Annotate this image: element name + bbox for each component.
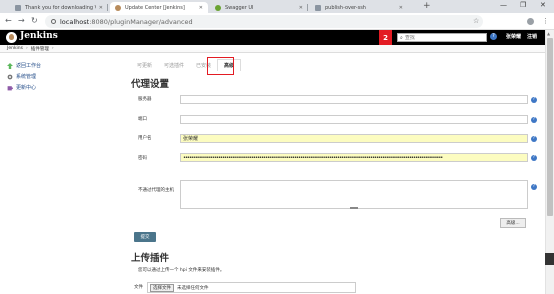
maximize-button[interactable]: ❐ bbox=[520, 1, 526, 9]
logout-link[interactable]: 注销 bbox=[527, 33, 537, 40]
breadcrumb-separator[interactable]: › bbox=[26, 46, 28, 51]
notification-badge[interactable]: 2 bbox=[379, 30, 392, 45]
tab-updates[interactable]: 可更新 bbox=[131, 59, 158, 71]
server-input[interactable] bbox=[180, 95, 528, 104]
breadcrumb: Jenkins › 插件管理 › bbox=[0, 45, 545, 53]
help-icon[interactable]: ? bbox=[531, 155, 537, 161]
browser-tab-update-center[interactable]: Update Center [Jenkins] ✕ bbox=[110, 2, 208, 13]
file-picker[interactable]: 选择文件 未选择任何文件 bbox=[147, 282, 356, 293]
no-file-text: 未选择任何文件 bbox=[177, 285, 209, 291]
back-button[interactable]: ← bbox=[5, 16, 12, 25]
port-input[interactable] bbox=[180, 115, 528, 124]
jenkins-favicon-icon bbox=[115, 4, 121, 11]
sidebar-item-label: 返回工作台 bbox=[16, 63, 42, 69]
jenkins-header: Jenkins 2 ⌕ ? 张荣耀 注销 bbox=[0, 30, 545, 45]
no-proxy-hosts-textarea[interactable] bbox=[180, 180, 528, 209]
breadcrumb-plugin-manager[interactable]: 插件管理 bbox=[31, 46, 49, 52]
sidebar-item-label: 更新中心 bbox=[16, 85, 37, 91]
browser-tab-swagger[interactable]: Swagger UI ✕ bbox=[210, 2, 308, 13]
file-label: 文件 bbox=[134, 285, 143, 290]
breadcrumb-jenkins[interactable]: Jenkins bbox=[7, 46, 23, 51]
info-icon[interactable] bbox=[51, 19, 56, 24]
tab-title: Update Center [Jenkins] bbox=[125, 4, 185, 11]
scroll-up-icon[interactable]: ▲ bbox=[547, 31, 550, 36]
help-icon[interactable]: ? bbox=[490, 33, 497, 40]
resize-grip[interactable] bbox=[350, 207, 358, 209]
url-host: localhost bbox=[60, 17, 90, 26]
jenkins-title[interactable]: Jenkins bbox=[20, 31, 58, 41]
tab-title: Swagger UI bbox=[225, 4, 254, 11]
user-link[interactable]: 张荣耀 bbox=[506, 33, 521, 40]
sidebar: 返回工作台 系统管理 更新中心 bbox=[7, 60, 117, 93]
help-icon[interactable]: ? bbox=[531, 97, 537, 103]
scrollbar-thumb[interactable] bbox=[547, 38, 553, 216]
tab-available[interactable]: 可选插件 bbox=[158, 59, 190, 71]
submit-button[interactable]: 提交 bbox=[134, 232, 156, 242]
puzzle-icon bbox=[7, 85, 13, 90]
username-label: 用户名 bbox=[138, 136, 152, 141]
browser-menu-icon[interactable]: ⋮ bbox=[542, 17, 549, 25]
sidebar-item-label: 系统管理 bbox=[16, 74, 37, 80]
forward-button[interactable]: → bbox=[18, 16, 25, 25]
password-label: 密码 bbox=[138, 156, 147, 161]
new-tab-button[interactable]: + bbox=[423, 1, 431, 11]
browser-tab-bar: Thank you for downloading Vi ✕ Update Ce… bbox=[0, 0, 554, 13]
tab-title: publish-over-ssh bbox=[325, 4, 366, 11]
sidebar-item-dashboard[interactable]: 返回工作台 bbox=[7, 60, 117, 71]
advanced-button[interactable]: 高级... bbox=[500, 218, 526, 228]
sidebar-item-update-center[interactable]: 更新中心 bbox=[7, 82, 117, 93]
bookmark-star-icon[interactable]: ☆ bbox=[473, 17, 479, 25]
help-icon[interactable]: ? bbox=[531, 136, 537, 142]
gear-icon bbox=[7, 74, 13, 79]
close-window-button[interactable]: ✕ bbox=[540, 1, 546, 9]
browser-tab-publish-over-ssh[interactable]: publish-over-ssh ✕ bbox=[310, 2, 408, 13]
search-box[interactable]: ⌕ bbox=[397, 33, 487, 42]
close-tab-icon[interactable]: ✕ bbox=[399, 5, 403, 11]
url-path: :8080/pluginManager/advanced bbox=[89, 17, 193, 26]
upload-description: 您可以通过上传一个 hpi 文件来安装插件。 bbox=[138, 268, 225, 273]
highlight-box bbox=[207, 57, 234, 75]
minimize-button[interactable]: — bbox=[500, 1, 507, 9]
proxy-section-title: 代理设置 bbox=[131, 79, 170, 90]
address-bar-row: ← → ↻ localhost:8080/pluginManager/advan… bbox=[0, 13, 554, 30]
close-tab-icon[interactable]: ✕ bbox=[99, 5, 103, 11]
breadcrumb-separator[interactable]: › bbox=[52, 46, 54, 51]
tab-title: Thank you for downloading Vi bbox=[25, 4, 96, 11]
page-icon bbox=[15, 4, 21, 11]
search-input[interactable] bbox=[404, 34, 475, 41]
choose-file-button[interactable]: 选择文件 bbox=[150, 283, 174, 292]
side-widget[interactable] bbox=[545, 253, 554, 265]
sidebar-item-manage[interactable]: 系统管理 bbox=[7, 71, 117, 82]
up-arrow-icon bbox=[7, 62, 13, 69]
username-input[interactable]: 张荣耀 bbox=[180, 134, 528, 143]
profile-avatar[interactable] bbox=[527, 18, 534, 25]
server-label: 服务器 bbox=[138, 97, 152, 102]
url-field[interactable]: localhost:8080/pluginManager/advanced bbox=[45, 15, 483, 28]
page-icon bbox=[315, 4, 321, 11]
jenkins-logo-icon[interactable] bbox=[6, 32, 17, 43]
close-tab-icon[interactable]: ✕ bbox=[199, 5, 203, 11]
search-icon: ⌕ bbox=[400, 34, 403, 41]
reload-button[interactable]: ↻ bbox=[31, 16, 38, 25]
browser-tab-downloads[interactable]: Thank you for downloading Vi ✕ bbox=[10, 2, 108, 13]
close-tab-icon[interactable]: ✕ bbox=[299, 5, 303, 11]
help-icon[interactable]: ? bbox=[531, 184, 537, 190]
swagger-favicon-icon bbox=[215, 4, 221, 11]
no-proxy-hosts-label: 不通过代理的主机 bbox=[138, 188, 174, 193]
password-input[interactable]: ••••••••••••••••••••••••••••••••••••••••… bbox=[180, 153, 528, 162]
help-icon[interactable]: ? bbox=[531, 117, 537, 123]
port-label: 端口 bbox=[138, 117, 147, 122]
upload-section-title: 上传插件 bbox=[131, 253, 170, 264]
